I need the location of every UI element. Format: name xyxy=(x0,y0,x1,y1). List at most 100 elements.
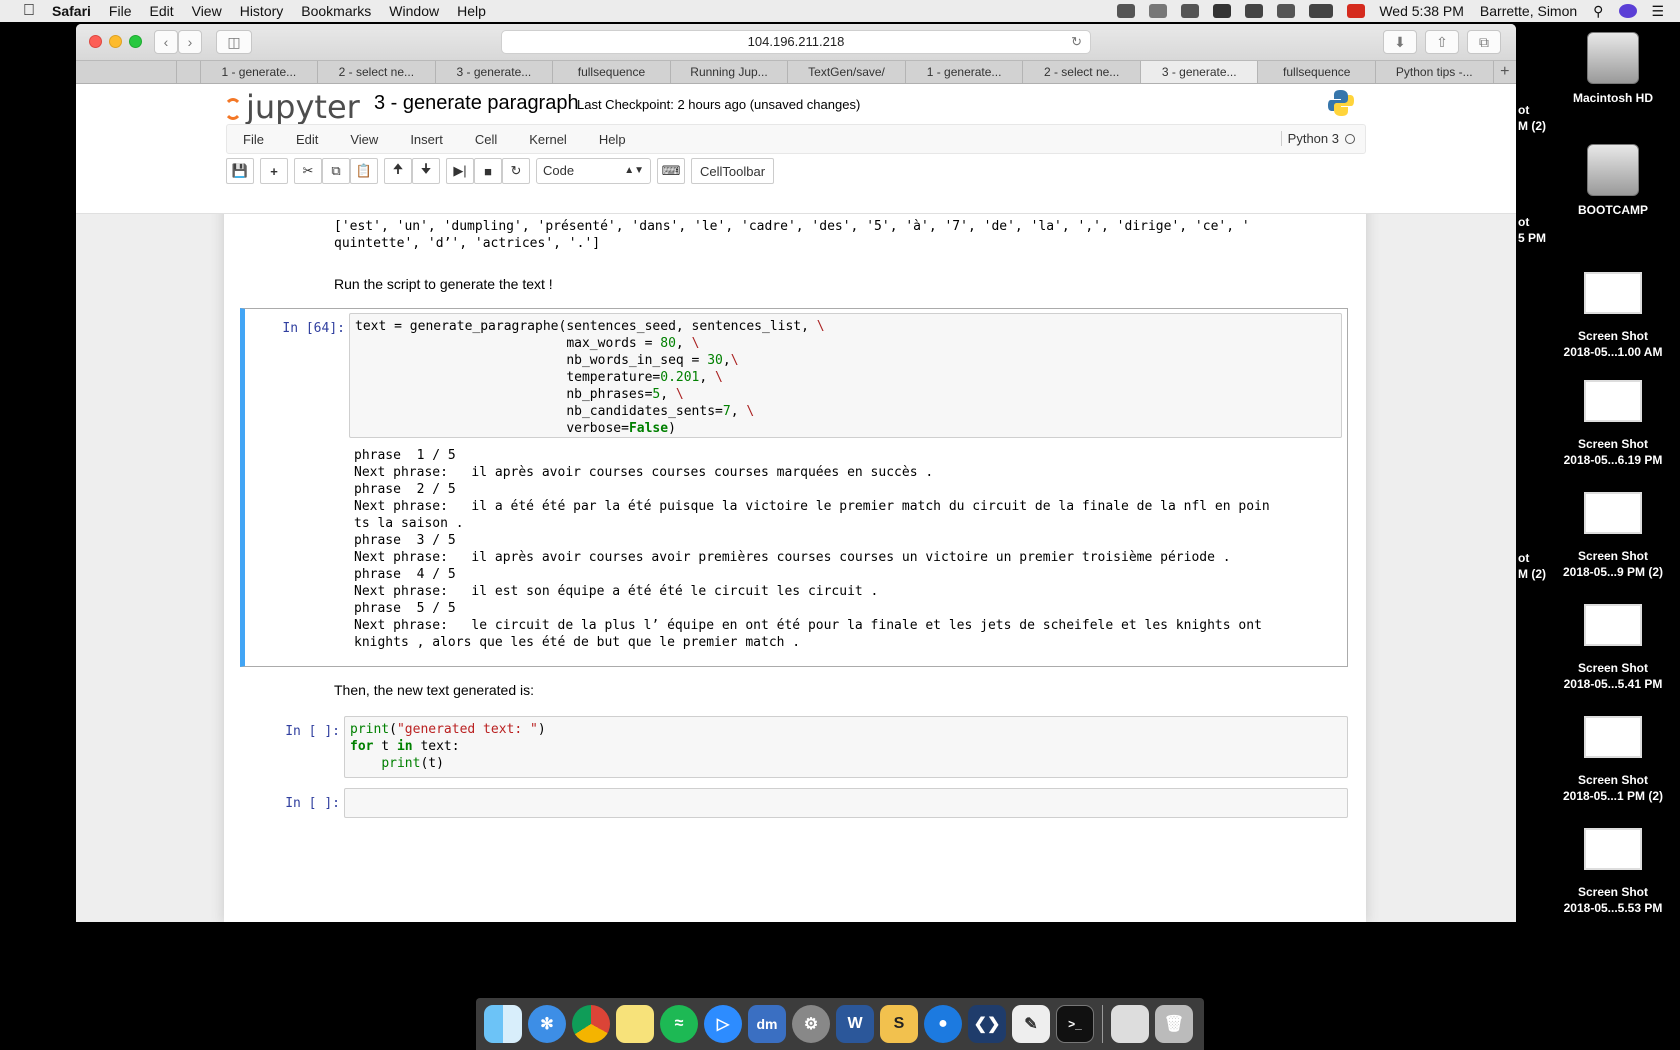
notification-center-icon[interactable]: ☰ xyxy=(1651,3,1664,20)
insert-cell-icon[interactable]: + xyxy=(260,158,288,184)
spotify-icon[interactable]: ≈ xyxy=(660,1005,698,1043)
safari-icon[interactable]: ✻ xyxy=(528,1005,566,1043)
code-input[interactable]: print("generated text: ") for t in text:… xyxy=(344,716,1348,778)
celltoolbar-button[interactable]: CellToolbar xyxy=(691,158,775,184)
maps-icon[interactable]: ● xyxy=(924,1005,962,1043)
jmenu-cell[interactable]: Cell xyxy=(475,132,497,147)
wifi-icon[interactable] xyxy=(1245,4,1264,18)
tab[interactable]: TextGen/save/ xyxy=(787,61,905,83)
restart-icon[interactable]: ↻ xyxy=(502,158,530,184)
tab[interactable]: 2 - select ne... xyxy=(317,61,435,83)
menu-file[interactable]: File xyxy=(109,3,132,19)
desktop-screenshot[interactable]: Screen Shot 2018-05...9 PM (2) xyxy=(1558,492,1668,580)
battery-icon[interactable] xyxy=(1309,4,1334,18)
tab[interactable]: fullsequence xyxy=(1257,61,1375,83)
chrome-icon[interactable] xyxy=(572,1005,610,1043)
desktop-screenshot[interactable]: Screen Shot 2018-05...1.00 AM xyxy=(1558,272,1668,360)
code-input[interactable]: text = generate_paragraphe(sentences_see… xyxy=(349,313,1342,438)
word-icon[interactable]: W xyxy=(836,1005,874,1043)
markdown-cell[interactable]: Run the script to generate the text ! xyxy=(334,276,553,292)
tab[interactable]: 3 - generate... xyxy=(434,61,553,83)
code-cell-empty[interactable]: In [ ]: xyxy=(240,784,1348,824)
menu-history[interactable]: History xyxy=(240,3,284,19)
run-icon[interactable]: ▶| xyxy=(446,158,474,184)
system-preferences-icon[interactable]: ⚙ xyxy=(792,1005,830,1043)
code-cell-print[interactable]: In [ ]: print("generated text: ") for t … xyxy=(240,712,1348,778)
tab[interactable]: fullsequence xyxy=(552,61,670,83)
desktop-icon-bootcamp[interactable]: BOOTCAMP xyxy=(1558,144,1668,218)
docker-icon[interactable] xyxy=(1181,4,1200,18)
sidebar-toggle-icon[interactable]: ◫ xyxy=(216,30,252,54)
menu-app-safari[interactable]: Safari xyxy=(52,3,91,19)
copy-icon[interactable]: ⧉ xyxy=(322,158,350,184)
desktop-screenshot[interactable]: Screen Shot 2018-05...5.53 PM xyxy=(1558,828,1668,916)
s-icon[interactable] xyxy=(1213,4,1232,18)
jmenu-view[interactable]: View xyxy=(350,132,378,147)
move-down-icon[interactable]: 🠋 xyxy=(412,158,440,184)
downloads-icon[interactable]: ⬇ xyxy=(1383,30,1417,54)
close-button[interactable] xyxy=(89,35,102,48)
zoom-button[interactable] xyxy=(129,35,142,48)
new-tab-button[interactable]: + xyxy=(1492,61,1516,83)
minimize-button[interactable] xyxy=(109,35,122,48)
desktop-screenshot[interactable]: Screen Shot 2018-05...1 PM (2) xyxy=(1558,716,1668,804)
cloud-icon[interactable] xyxy=(1149,4,1168,18)
tabs-overview-icon[interactable]: ⧉ xyxy=(1467,30,1501,54)
apple-icon[interactable]:  xyxy=(20,2,38,20)
trash-icon[interactable]: 🗑 xyxy=(1155,1005,1193,1043)
user-name[interactable]: Barrette, Simon xyxy=(1480,3,1577,19)
back-button[interactable]: ‹ xyxy=(154,30,178,54)
notes-icon[interactable] xyxy=(616,1005,654,1043)
code-cell-64[interactable]: In [64]: text = generate_paragraphe(sent… xyxy=(240,308,1348,667)
jmenu-kernel[interactable]: Kernel xyxy=(529,132,567,147)
code-input[interactable] xyxy=(344,788,1348,818)
jmenu-file[interactable]: File xyxy=(243,132,264,147)
keyboard-icon[interactable]: ⌨ xyxy=(657,158,685,184)
flag-canada-icon[interactable] xyxy=(1347,4,1366,18)
menu-help[interactable]: Help xyxy=(457,3,486,19)
reload-icon[interactable]: ↻ xyxy=(1071,31,1082,53)
vscode-icon[interactable]: ❮❯ xyxy=(968,1005,1006,1043)
tab-stub[interactable] xyxy=(176,61,200,83)
tab[interactable]: 1 - generate... xyxy=(904,61,1023,83)
markdown-cell[interactable]: Then, the new text generated is: xyxy=(334,682,534,698)
move-up-icon[interactable]: 🠉 xyxy=(384,158,412,184)
tab[interactable]: 2 - select ne... xyxy=(1022,61,1140,83)
zoom-icon[interactable]: ▷ xyxy=(704,1005,742,1043)
spotlight-icon[interactable]: ⚲ xyxy=(1593,3,1603,20)
jmenu-help[interactable]: Help xyxy=(599,132,626,147)
textedit-icon[interactable]: ✎ xyxy=(1012,1005,1050,1043)
dropbox-icon[interactable] xyxy=(1117,4,1136,18)
save-icon[interactable]: 💾 xyxy=(226,158,254,184)
desktop-screenshot[interactable]: Screen Shot 2018-05...5.41 PM xyxy=(1558,604,1668,692)
share-icon[interactable]: ⇧ xyxy=(1425,30,1459,54)
slack-icon[interactable]: S xyxy=(880,1005,918,1043)
tab[interactable]: Python tips -... xyxy=(1375,61,1493,83)
jmenu-insert[interactable]: Insert xyxy=(410,132,443,147)
tab-active[interactable]: 3 - generate... xyxy=(1139,61,1258,83)
terminal-icon[interactable]: >_ xyxy=(1056,1005,1094,1043)
airplay-icon[interactable] xyxy=(1277,4,1296,18)
siri-icon[interactable] xyxy=(1619,4,1638,18)
paste-icon[interactable]: 📋 xyxy=(350,158,378,184)
dm-icon[interactable]: dm xyxy=(748,1005,786,1043)
jmenu-edit[interactable]: Edit xyxy=(296,132,318,147)
menu-window[interactable]: Window xyxy=(389,3,439,19)
jupyter-logo[interactable]: jupyter xyxy=(224,88,360,126)
cell-type-select[interactable]: Code ▲▼ xyxy=(536,158,651,184)
stop-icon[interactable]: ■ xyxy=(474,158,502,184)
desktop-screenshot[interactable]: Screen Shot 2018-05...6.19 PM xyxy=(1558,380,1668,468)
desktop-icon-macintosh-hd[interactable]: Macintosh HD xyxy=(1558,32,1668,106)
tab[interactable]: Running Jup... xyxy=(669,61,788,83)
clock[interactable]: Wed 5:38 PM xyxy=(1379,3,1464,19)
menu-bookmarks[interactable]: Bookmarks xyxy=(301,3,371,19)
notebook-title[interactable]: 3 - generate paragraph xyxy=(374,92,579,115)
preview-icon[interactable] xyxy=(1111,1005,1149,1043)
address-bar[interactable]: 104.196.211.218 ↻ xyxy=(501,30,1091,54)
cut-icon[interactable]: ✂ xyxy=(294,158,322,184)
finder-icon[interactable] xyxy=(484,1005,522,1043)
menu-edit[interactable]: Edit xyxy=(149,3,173,19)
tab[interactable]: 1 - generate... xyxy=(199,61,318,83)
menu-view[interactable]: View xyxy=(192,3,222,19)
forward-button[interactable]: › xyxy=(178,30,202,54)
